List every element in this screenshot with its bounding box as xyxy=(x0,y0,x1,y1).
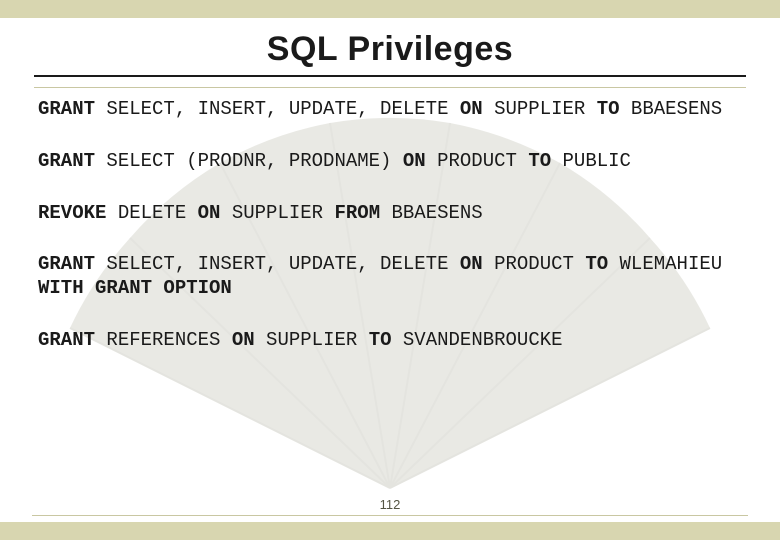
top-border xyxy=(0,0,780,18)
sql-statement: GRANT SELECT, INSERT, UPDATE, DELETE ON … xyxy=(38,98,742,122)
sql-text: SELECT, INSERT, UPDATE, DELETE xyxy=(95,253,460,275)
sql-text: SELECT, INSERT, UPDATE, DELETE xyxy=(95,98,460,120)
sql-text: PRODUCT xyxy=(483,253,586,275)
sql-text: DELETE xyxy=(106,202,197,224)
bottom-border xyxy=(0,522,780,540)
title-underline xyxy=(34,75,746,77)
sql-keyword: WITH GRANT OPTION xyxy=(38,277,232,299)
sql-keyword: GRANT xyxy=(38,253,95,275)
sql-statement: GRANT SELECT (PRODNR, PRODNAME) ON PRODU… xyxy=(38,150,742,174)
sql-text: BBAESENS xyxy=(620,98,723,120)
sql-text: SVANDENBROUCKE xyxy=(392,329,563,351)
sql-keyword: ON xyxy=(198,202,221,224)
sql-keyword: TO xyxy=(597,98,620,120)
sql-text: SUPPLIER xyxy=(255,329,369,351)
sql-keyword: ON xyxy=(460,98,483,120)
sql-statement: REVOKE DELETE ON SUPPLIER FROM BBAESENS xyxy=(38,202,742,226)
sql-text: SUPPLIER xyxy=(220,202,334,224)
page-number: 112 xyxy=(380,497,401,512)
sql-text: REFERENCES xyxy=(95,329,232,351)
sql-text: PUBLIC xyxy=(551,150,631,172)
sql-statements: GRANT SELECT, INSERT, UPDATE, DELETE ON … xyxy=(32,98,748,353)
footer-rule xyxy=(32,515,748,516)
sql-statement: GRANT REFERENCES ON SUPPLIER TO SVANDENB… xyxy=(38,329,742,353)
slide-body: SQL Privileges GRANT SELECT, INSERT, UPD… xyxy=(0,18,780,522)
sql-keyword: ON xyxy=(460,253,483,275)
sql-keyword: FROM xyxy=(334,202,380,224)
sql-text: WLEMAHIEU xyxy=(608,253,733,275)
sql-text: SELECT (PRODNR, PRODNAME) xyxy=(95,150,403,172)
sql-statement: GRANT SELECT, INSERT, UPDATE, DELETE ON … xyxy=(38,253,742,301)
sql-text: PRODUCT xyxy=(426,150,529,172)
sql-keyword: REVOKE xyxy=(38,202,106,224)
sql-keyword: TO xyxy=(369,329,392,351)
sql-keyword: ON xyxy=(403,150,426,172)
sql-keyword: GRANT xyxy=(38,150,95,172)
slide-title: SQL Privileges xyxy=(267,30,513,71)
sql-text: BBAESENS xyxy=(380,202,483,224)
sql-keyword: GRANT xyxy=(38,329,95,351)
sql-keyword: TO xyxy=(528,150,551,172)
sql-keyword: GRANT xyxy=(38,98,95,120)
sql-keyword: ON xyxy=(232,329,255,351)
sql-keyword: TO xyxy=(585,253,608,275)
title-sub-underline xyxy=(34,87,746,88)
sql-text: SUPPLIER xyxy=(483,98,597,120)
